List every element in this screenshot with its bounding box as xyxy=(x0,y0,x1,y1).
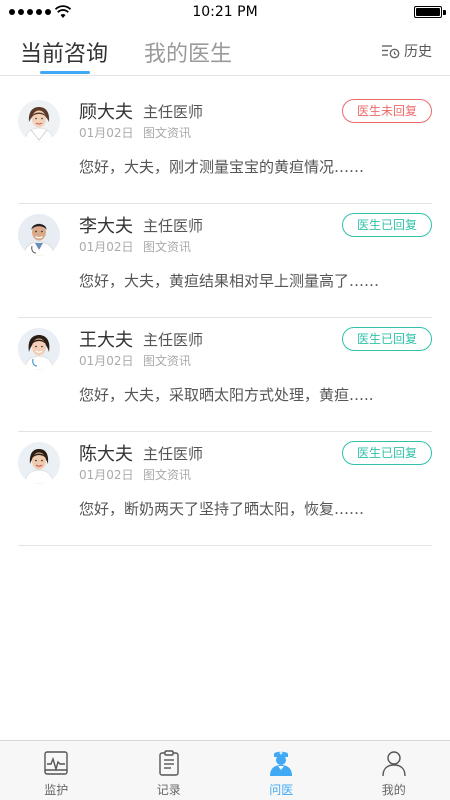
battery-icon xyxy=(414,6,442,18)
battery-tip xyxy=(443,10,446,15)
consultation-type: 图文资讯 xyxy=(143,126,192,140)
doctor-name: 王大夫 xyxy=(79,330,133,351)
doctor-title: 主任医师 xyxy=(143,331,204,349)
consultation-type: 图文资讯 xyxy=(143,468,192,482)
status-badge: 医生已回复 xyxy=(342,327,432,351)
doctor-title: 主任医师 xyxy=(143,217,204,235)
nav-records[interactable]: 记录 xyxy=(113,741,226,800)
user-icon xyxy=(382,751,406,777)
monitor-icon xyxy=(44,751,68,775)
message-preview: 您好，大夫，采取晒太阳方式处理，黄疸….. xyxy=(79,386,374,404)
male-doctor-avatar xyxy=(18,214,60,256)
consult-tabs: 当前咨询 我的医生 历史 xyxy=(0,28,450,76)
consultation-date: 01月02日 xyxy=(79,126,134,140)
clipboard-icon xyxy=(159,750,179,776)
message-preview: 您好，大夫，刚才测量宝宝的黄疸情况…… xyxy=(79,158,365,176)
message-preview: 您好，断奶两天了坚持了晒太阳，恢复…… xyxy=(79,500,365,518)
nav-monitor[interactable]: 监护 xyxy=(0,741,113,800)
doctor-icon xyxy=(270,751,293,776)
consultation-list: 顾大夫 主任医师 01月02日 图文资讯 医生未回复 您好，大夫，刚才测量宝宝的… xyxy=(18,90,432,546)
nav-profile[interactable]: 我的 xyxy=(338,741,450,800)
consultation-type: 图文资讯 xyxy=(143,240,192,254)
doctor-title: 主任医师 xyxy=(143,445,204,463)
history-label: 历史 xyxy=(404,44,432,60)
female-doctor-avatar xyxy=(18,100,60,142)
status-badge: 医生未回复 xyxy=(342,99,432,123)
consultation-type: 图文资讯 xyxy=(143,354,192,368)
bottom-tab-bar: 监护 记录 问医 我的 xyxy=(0,740,450,800)
nav-label: 监护 xyxy=(44,783,69,797)
nav-label: 记录 xyxy=(156,783,181,797)
status-badge: 医生已回复 xyxy=(342,441,432,465)
nav-ask-doctor[interactable]: 问医 xyxy=(225,741,338,800)
nav-label: 我的 xyxy=(381,783,406,797)
doctor-name: 李大夫 xyxy=(79,216,133,237)
status-badge: 医生已回复 xyxy=(342,213,432,237)
tab-my-doctors[interactable]: 我的医生 xyxy=(144,36,232,68)
tab-current-consultation[interactable]: 当前咨询 xyxy=(20,36,108,68)
consultation-item[interactable]: 陈大夫 主任医师 01月02日 图文资讯 医生已回复 您好，断奶两天了坚持了晒太… xyxy=(18,432,432,546)
female-doctor-avatar xyxy=(18,442,60,484)
female-doctor-avatar xyxy=(18,328,60,370)
consultation-date: 01月02日 xyxy=(79,354,134,368)
doctor-name: 顾大夫 xyxy=(79,102,133,123)
consultation-item[interactable]: 王大夫 主任医师 01月02日 图文资讯 医生已回复 您好，大夫，采取晒太阳方式… xyxy=(18,318,432,432)
history-icon xyxy=(382,45,400,59)
consultation-date: 01月02日 xyxy=(79,468,134,482)
active-tab-indicator xyxy=(40,71,90,74)
message-preview: 您好，大夫，黄疸结果相对早上测量高了…… xyxy=(79,272,380,290)
doctor-name: 陈大夫 xyxy=(79,444,133,465)
consultation-item[interactable]: 顾大夫 主任医师 01月02日 图文资讯 医生未回复 您好，大夫，刚才测量宝宝的… xyxy=(18,90,432,204)
nav-label: 问医 xyxy=(269,783,294,797)
doctor-title: 主任医师 xyxy=(143,103,204,121)
status-bar: 10:21 PM xyxy=(0,0,450,24)
history-button[interactable]: 历史 xyxy=(381,41,432,61)
consultation-item[interactable]: 李大夫 主任医师 01月02日 图文资讯 医生已回复 您好，大夫，黄疸结果相对早… xyxy=(18,204,432,318)
status-time: 10:21 PM xyxy=(192,4,258,20)
consultation-date: 01月02日 xyxy=(79,240,134,254)
